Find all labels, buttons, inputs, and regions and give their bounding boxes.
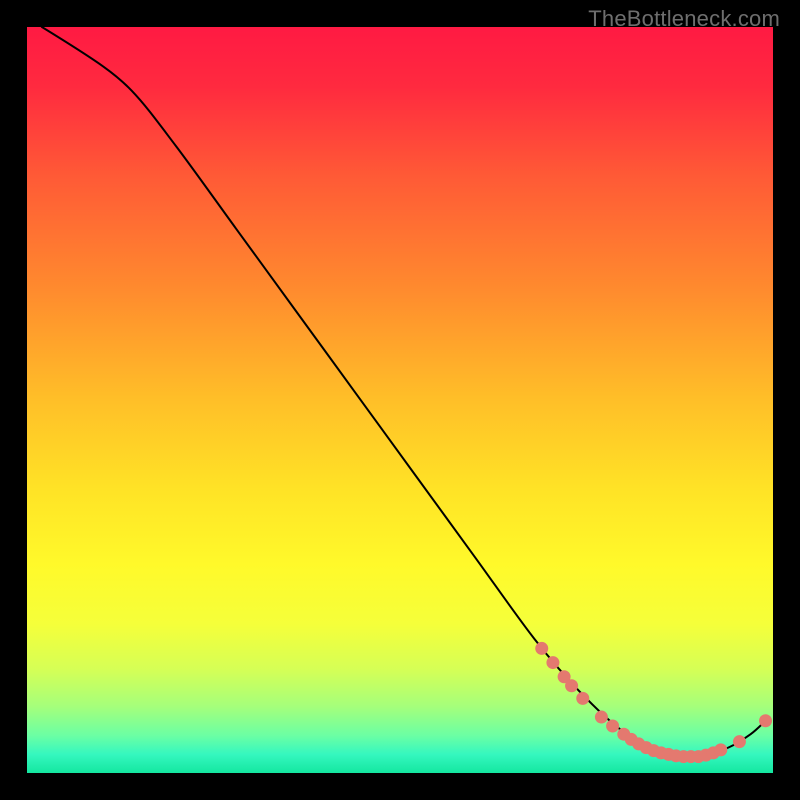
- data-marker: [546, 656, 559, 669]
- plot-area: [27, 27, 773, 773]
- watermark-text: TheBottleneck.com: [588, 6, 780, 32]
- data-marker: [733, 735, 746, 748]
- data-marker: [535, 642, 548, 655]
- data-marker: [759, 714, 772, 727]
- chart-stage: TheBottleneck.com: [0, 0, 800, 800]
- data-marker: [714, 743, 727, 756]
- data-marker: [606, 720, 619, 733]
- plot-svg: [27, 27, 773, 773]
- data-marker: [565, 679, 578, 692]
- data-marker: [576, 692, 589, 705]
- data-marker: [595, 711, 608, 724]
- gradient-rect: [27, 27, 773, 773]
